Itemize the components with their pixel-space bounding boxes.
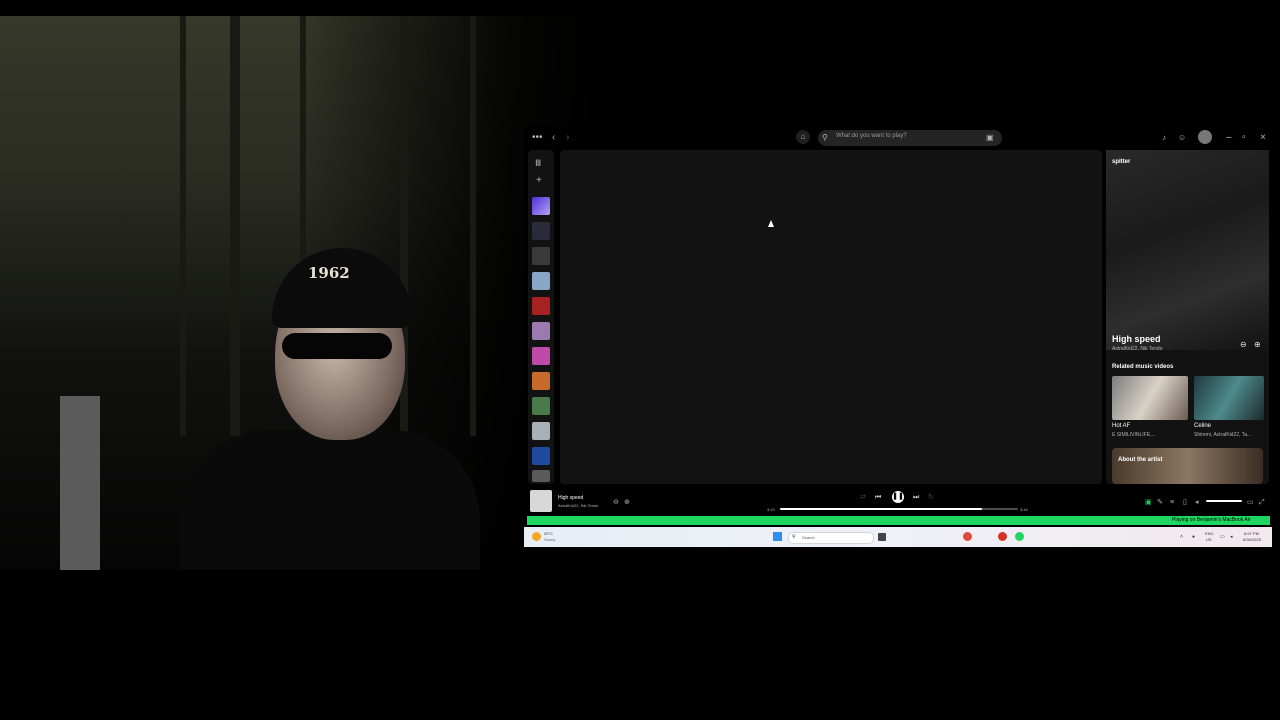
- volume-tray-icon[interactable]: ◂: [1230, 534, 1233, 540]
- spotify-taskbar-icon[interactable]: [1015, 532, 1024, 541]
- network-icon[interactable]: ▭: [1220, 534, 1225, 540]
- next-icon[interactable]: ⏭: [913, 492, 919, 504]
- now-playing-label: spitter: [1112, 159, 1131, 165]
- room-window-frame: [60, 396, 100, 570]
- related-video-subtitle: Shiremi, AstralKid22, Ta...: [1194, 432, 1252, 438]
- taskbar-search-label: Search: [802, 535, 815, 540]
- track-title[interactable]: High speed: [558, 495, 583, 501]
- search-placeholder: What do you want to play?: [836, 133, 907, 139]
- playlist-thumb[interactable]: [532, 297, 550, 315]
- liked-songs-thumb[interactable]: [532, 197, 550, 215]
- friends-icon[interactable]: ☺: [1178, 132, 1186, 144]
- progress-fill: [780, 508, 983, 510]
- background-tree: [470, 16, 476, 436]
- taskbar-search[interactable]: [788, 532, 874, 544]
- add-to-library-icon[interactable]: ⊕: [624, 497, 630, 509]
- task-view-icon[interactable]: [878, 533, 886, 541]
- minimize-icon[interactable]: –: [1226, 132, 1232, 144]
- library-icon[interactable]: Ⅲ: [535, 157, 541, 169]
- elapsed-time: 3:10: [767, 507, 775, 512]
- track-cover[interactable]: [530, 490, 552, 512]
- windows-start-icon[interactable]: [773, 532, 782, 541]
- volume-icon[interactable]: ◂: [1195, 497, 1199, 509]
- related-video-title[interactable]: Hot AF: [1112, 423, 1130, 429]
- now-playing-title[interactable]: High speed: [1112, 334, 1161, 344]
- related-video-title[interactable]: Celine: [1194, 423, 1211, 429]
- clock-date[interactable]: 8/26/2025: [1243, 537, 1261, 542]
- playlist-thumb[interactable]: [532, 272, 550, 290]
- app-icon[interactable]: [963, 532, 972, 541]
- microphone-icon[interactable]: ●: [1192, 534, 1195, 540]
- now-playing-video: [1106, 150, 1269, 350]
- progress-bar[interactable]: [780, 508, 1018, 510]
- chevron-up-icon[interactable]: ˄: [1180, 534, 1183, 540]
- app-icon[interactable]: [998, 532, 1007, 541]
- fullscreen-icon[interactable]: ⤢: [1259, 497, 1265, 509]
- main-view: [560, 150, 1102, 484]
- volume-slider[interactable]: [1206, 500, 1242, 502]
- device-status: Playing on Benjamin's MacBook Air: [1172, 517, 1251, 523]
- add-playlist-icon[interactable]: +: [536, 175, 542, 187]
- close-icon[interactable]: ×: [1260, 132, 1266, 144]
- weather-icon[interactable]: [532, 532, 541, 541]
- lyrics-icon[interactable]: ✎: [1157, 497, 1163, 509]
- weather-temp: 29°C: [544, 531, 553, 536]
- queue-icon[interactable]: ≡: [1170, 497, 1174, 509]
- back-arrow-icon[interactable]: ‹: [552, 132, 555, 144]
- language-region[interactable]: US: [1206, 537, 1212, 542]
- browse-icon[interactable]: ▣: [986, 132, 994, 144]
- related-video-thumb[interactable]: [1194, 376, 1264, 420]
- avatar[interactable]: [1198, 130, 1212, 144]
- pause-button[interactable]: ❚❚: [892, 491, 904, 503]
- repeat-icon[interactable]: ↻: [928, 492, 934, 504]
- playlist-thumb[interactable]: [532, 372, 550, 390]
- playlist-thumb[interactable]: [532, 247, 550, 265]
- clock-time[interactable]: 8:57 PM: [1244, 531, 1259, 536]
- track-artists[interactable]: AstralKid22, Nik Tendo: [558, 503, 598, 508]
- maximize-icon[interactable]: ▫: [1242, 132, 1246, 144]
- miniplayer-icon[interactable]: ▭: [1247, 497, 1254, 509]
- playlist-thumb[interactable]: [532, 222, 550, 240]
- device-bar[interactable]: [527, 516, 1270, 525]
- duration-time: 3:44: [1020, 507, 1028, 512]
- now-playing-artists[interactable]: AstralKid22, Nik Tendo: [1112, 346, 1163, 352]
- playlist-thumb[interactable]: [532, 470, 550, 482]
- playlist-thumb[interactable]: [532, 347, 550, 365]
- now-playing-view-icon[interactable]: ▣: [1145, 497, 1152, 509]
- about-artist-label: About the artist: [1118, 457, 1163, 463]
- background-tree: [230, 16, 240, 436]
- playlist-thumb[interactable]: [532, 397, 550, 415]
- weather-desc: Sunny: [544, 537, 556, 542]
- devices-icon[interactable]: ▯: [1183, 497, 1187, 509]
- hide-icon[interactable]: ⊖: [613, 497, 619, 509]
- shuffle-icon[interactable]: ⇄: [860, 492, 866, 504]
- previous-icon[interactable]: ⏮: [875, 492, 881, 504]
- taskbar: [524, 527, 1272, 547]
- mouse-cursor-icon: [768, 220, 774, 227]
- forward-arrow-icon[interactable]: ›: [566, 132, 569, 144]
- background-tree: [180, 16, 186, 436]
- home-icon[interactable]: ⌂: [796, 130, 810, 144]
- playlist-thumb[interactable]: [532, 447, 550, 465]
- search-icon: ⚲: [792, 534, 796, 540]
- search-icon: ⚲: [822, 133, 828, 142]
- playlist-thumb[interactable]: [532, 322, 550, 340]
- related-video-subtitle: E SIMILIVINLIFE,...: [1112, 432, 1156, 438]
- sunglasses: [282, 333, 392, 359]
- playlist-thumb[interactable]: [532, 422, 550, 440]
- language-code[interactable]: ENG: [1205, 531, 1214, 536]
- person-torso: [180, 430, 480, 570]
- bell-icon[interactable]: ♪: [1162, 132, 1166, 144]
- cap-logo-text: 1962: [308, 264, 350, 282]
- about-artist-card[interactable]: [1112, 448, 1263, 484]
- add-icon[interactable]: ⊕: [1254, 339, 1261, 351]
- menu-dots-icon[interactable]: •••: [532, 132, 543, 144]
- related-videos-heading: Related music videos: [1112, 364, 1174, 370]
- remove-icon[interactable]: ⊖: [1240, 339, 1247, 351]
- related-video-thumb[interactable]: [1112, 376, 1188, 420]
